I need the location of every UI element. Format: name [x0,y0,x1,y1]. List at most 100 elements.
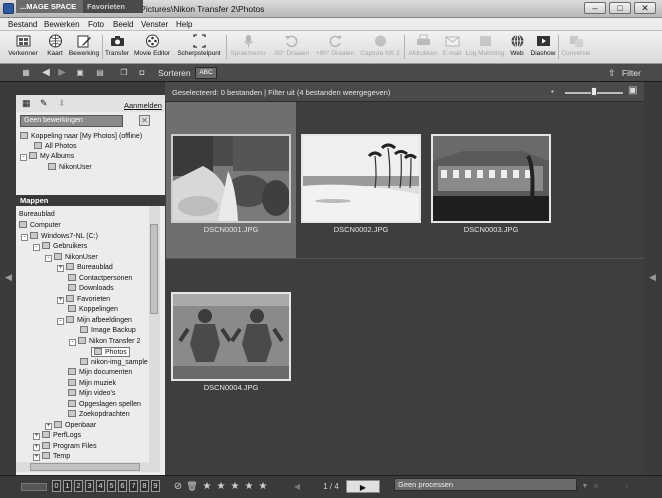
expand-icon[interactable]: - [69,339,76,346]
tree-item-nikonuser[interactable]: - NikonUser [45,253,98,262]
tree-item-koppelingen[interactable]: Koppelingen [68,305,118,313]
kaart-button[interactable]: Kaart [44,33,66,63]
wrench-icon[interactable]: ✎ [40,98,48,109]
link-all-photos[interactable]: All Photos [34,142,77,150]
process-delete-icon[interactable]: ▪ [621,480,633,493]
thumbnail-item[interactable]: DSCN0002.JPG [296,102,426,258]
tree-item-favorieten[interactable]: + Favorieten [57,295,110,304]
label-1-button[interactable]: 1 [63,480,72,492]
tree-item-mijn-documenten[interactable]: Mijn documenten [68,368,132,376]
grid-view-icon[interactable]: ▦ [20,67,32,79]
expand-icon[interactable]: + [33,433,40,440]
web-button[interactable]: Web [507,33,527,63]
thumbnail-image-beach[interactable] [301,134,421,223]
tree-item-program-files[interactable]: + Program Files [33,442,97,451]
label-7-button[interactable]: 7 [129,480,138,492]
expand-icon[interactable]: + [33,454,40,461]
link-my-photos[interactable]: Koppeling naar [My Photos] (offline) [20,132,142,140]
tree-item-perflogs[interactable]: + PerfLogs [33,431,81,440]
filter-button[interactable]: ⇧ Filter [608,66,658,80]
tree-item-mijn-afbeeldingen[interactable]: - Mijn afbeeldingen [57,316,132,325]
star-2-icon[interactable]: ★ [215,480,227,493]
link-nikonuser-album[interactable]: NikonUser [48,163,92,171]
star-3-icon[interactable]: ★ [229,480,241,493]
expand-icon[interactable]: - [45,255,52,262]
thumbnail-item[interactable]: DSCN0003.JPG [426,102,556,258]
diashow-button[interactable]: Diashow [529,33,557,63]
tree-item-temp[interactable]: + Temp [33,452,70,461]
tree-item-downloads[interactable]: Downloads [68,284,114,292]
sign-in-link[interactable]: Aanmelden [124,101,162,110]
capture-nx-button[interactable]: Capture NX 2 [357,33,403,63]
conversie-button[interactable]: Conversie [560,33,592,63]
folder-new-icon[interactable]: ▤ [94,67,106,79]
menu-venster[interactable]: Venster [141,20,168,29]
expand-icon[interactable]: - [21,234,28,241]
tree-vertical-scrollbar[interactable] [149,206,160,462]
verkenner-button[interactable]: Verkenner [5,33,41,63]
scrollbar-thumb[interactable] [30,463,140,471]
tree-item-mijn-videos[interactable]: Mijn video's [68,389,115,397]
trash-icon[interactable]: 🗑 [186,480,198,493]
tree-item-openbaar[interactable]: + Openbaar [45,421,96,430]
tree-item-zoekopdrachten[interactable]: Zoekopdrachten [68,410,130,418]
tree-item-opgeslagen-spellen[interactable]: Opgeslagen spellen [68,400,141,408]
transfer-button[interactable]: Transfer [104,33,130,63]
tab-image-space[interactable]: ...MAGE SPACE [16,0,83,13]
collapse-left-arrow-icon[interactable]: ◀ [5,272,12,283]
left-collapse-strip[interactable]: ◀ [0,82,16,475]
thumbnail-item[interactable]: DSCN0004.JPG [166,260,296,416]
tree-item-computer[interactable]: Computer [19,221,61,229]
expand-icon[interactable]: + [45,423,52,430]
menu-bewerken[interactable]: Bewerken [44,20,80,29]
menu-foto[interactable]: Foto [88,20,104,29]
star-4-icon[interactable]: ★ [243,480,255,493]
forward-arrow-icon[interactable]: ▶ [56,67,68,79]
afdrukken-button[interactable]: Afdrukken [406,33,440,63]
download-icon[interactable]: ⬇ [58,98,66,109]
expand-icon[interactable]: - [33,244,40,251]
collapse-right-arrow-icon[interactable]: ◀ [649,272,656,283]
thumbnail-large-icon[interactable]: ▣ [628,85,637,96]
email-button[interactable]: E-mail [441,33,463,63]
expand-icon[interactable]: - [57,318,64,325]
copy-icon[interactable]: ❐ [118,67,130,79]
expand-icon[interactable]: + [33,444,40,451]
label-5-button[interactable]: 5 [107,480,116,492]
label-6-button[interactable]: 6 [118,480,127,492]
no-rating-icon[interactable]: ⊘ [172,480,184,493]
cancel-process-icon[interactable]: ✕ [590,480,602,493]
camera-small-icon[interactable]: ◘ [136,67,148,79]
rotate-right-button[interactable]: +90° Draaien [313,33,357,63]
link-my-albums[interactable]: - My Albums [20,152,74,161]
thumbnail-image-statues[interactable] [171,292,291,381]
minimize-button[interactable]: – [584,2,606,14]
close-button[interactable]: ✕ [634,2,656,14]
tree-item-contactpersonen[interactable]: Contactpersonen [68,274,132,282]
sprakmemo-button[interactable]: Sprakmemo [227,33,269,63]
grid-icon[interactable]: ▦ [22,98,31,109]
tree-item-nikon-img-sample[interactable]: nikon-img_sample [80,358,148,366]
slider-handle[interactable] [591,87,597,96]
tree-item-nikon-transfer-2[interactable]: - Nikon Transfer 2 [69,337,140,346]
tab-favorieten[interactable]: Favorieten [83,0,143,13]
menu-help[interactable]: Help [176,20,192,29]
scherpstelpunt-button[interactable]: Scherpstelpunt [174,33,224,63]
previous-page-icon[interactable]: ◀ [291,480,303,493]
label-color-swatch[interactable] [21,483,47,491]
log-matching-button[interactable]: Log Matching [464,33,506,63]
process-dropdown[interactable]: Geen processen [394,478,577,491]
label-0-button[interactable]: 0 [52,480,61,492]
scrollbar-thumb[interactable] [150,224,158,314]
rotate-left-button[interactable]: -90° Draaien [270,33,312,63]
thumbnail-image-waterfall[interactable] [171,134,291,223]
folder-up-icon[interactable]: ▣ [74,67,86,79]
label-3-button[interactable]: 3 [85,480,94,492]
expand-icon[interactable]: - [20,154,27,161]
next-page-button[interactable]: ▶ [346,480,380,493]
label-9-button[interactable]: 9 [151,480,160,492]
label-2-button[interactable]: 2 [74,480,83,492]
sort-abc-button[interactable]: ABC [195,67,217,79]
back-arrow-icon[interactable]: ◀ [40,67,52,79]
tree-item-gebruikers[interactable]: - Gebruikers [33,242,87,251]
